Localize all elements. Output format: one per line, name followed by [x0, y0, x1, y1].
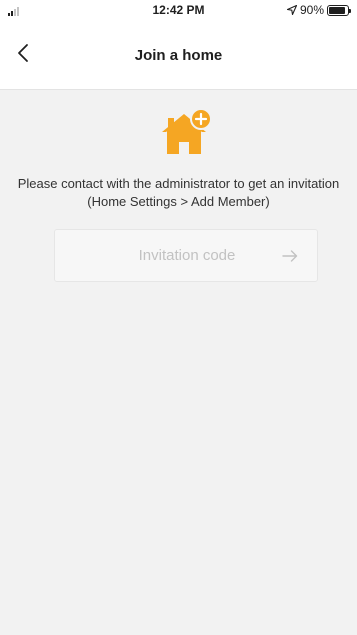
status-bar: 12:42 PM 90% — [0, 0, 357, 20]
chevron-left-icon — [18, 44, 28, 62]
instruction-text: Please contact with the administrator to… — [17, 176, 340, 209]
arrow-right-icon — [282, 250, 298, 262]
status-right: 90% — [286, 3, 351, 17]
home-add-icon — [162, 108, 212, 154]
battery-percent: 90% — [299, 3, 324, 17]
submit-button[interactable] — [279, 245, 301, 267]
battery-icon — [327, 4, 351, 16]
back-button[interactable] — [10, 40, 36, 66]
page-title: Join a home — [134, 47, 223, 64]
join-home-screen: 12:42 PM 90% Join a home Please contact … — [0, 0, 357, 635]
nav-bar: Join a home — [0, 20, 357, 90]
invitation-code-field — [54, 229, 319, 282]
location-arrow-icon — [286, 5, 297, 15]
battery-fill — [329, 6, 346, 14]
